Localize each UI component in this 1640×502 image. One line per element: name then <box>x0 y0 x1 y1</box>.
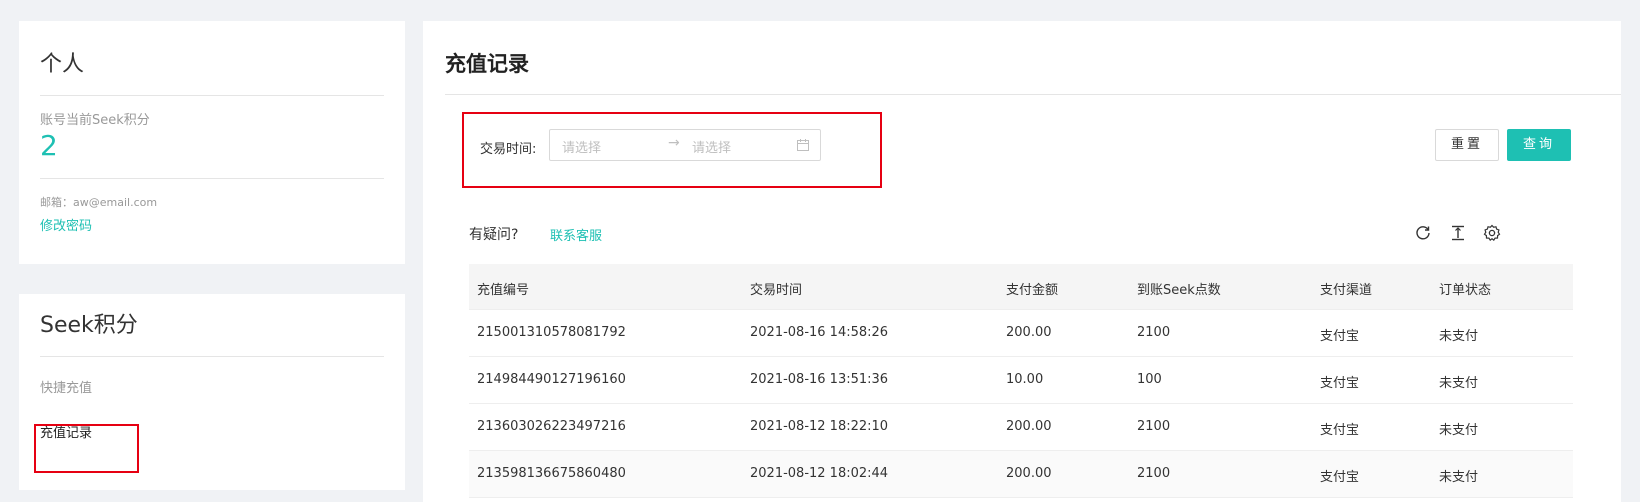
table-cell: 未支付 <box>1439 329 1479 344</box>
table-cell: 2021-08-16 14:58:26 <box>750 325 889 340</box>
table-cell: 2021-08-12 18:22:10 <box>750 419 889 434</box>
points-label: 账号当前Seek积分 <box>40 113 150 128</box>
email-value: aw@email.com <box>73 196 158 209</box>
column-header: 充值编号 <box>477 283 530 298</box>
menu-item-quick-recharge[interactable]: 快捷充值 <box>40 377 92 396</box>
email-label: 邮箱： <box>40 196 73 209</box>
records-table: 充值编号 交易时间 支付金额 到账Seek点数 支付渠道 订单状态 215001… <box>469 264 1573 498</box>
change-password-link[interactable]: 修改密码 <box>40 215 92 234</box>
annotation-box-menu <box>34 424 139 473</box>
table-cell: 2100 <box>1137 466 1171 481</box>
table-cell: 215001310578081792 <box>477 325 626 340</box>
divider <box>40 178 384 179</box>
table-cell: 2021-08-16 13:51:36 <box>750 372 889 387</box>
table-cell: 10.00 <box>1006 372 1044 387</box>
reset-button[interactable]: 重置 <box>1435 129 1499 161</box>
main-panel: 充值记录 交易时间: 请选择 → 请选择 重置 查询 有疑问? 联系客服 充值编… <box>423 21 1621 502</box>
table-cell: 214984490127196160 <box>477 372 626 387</box>
table-cell: 未支付 <box>1439 423 1479 438</box>
divider <box>40 356 384 357</box>
table-row[interactable]: 213603026223497216 2021-08-12 18:22:10 2… <box>469 404 1573 451</box>
table-cell: 未支付 <box>1439 470 1479 485</box>
table-cell: 100 <box>1137 372 1162 387</box>
table-cell: 200.00 <box>1006 419 1052 434</box>
table-cell: 213603026223497216 <box>477 419 626 434</box>
table-cell: 2100 <box>1137 419 1171 434</box>
reload-icon[interactable] <box>1414 224 1432 242</box>
table-row[interactable]: 214984490127196160 2021-08-16 13:51:36 1… <box>469 357 1573 404</box>
table-cell: 支付宝 <box>1320 376 1360 391</box>
column-header: 到账Seek点数 <box>1137 283 1221 298</box>
table-cell: 213598136675860480 <box>477 466 626 481</box>
column-header: 支付渠道 <box>1320 283 1373 298</box>
column-height-icon[interactable] <box>1449 224 1467 242</box>
table-cell: 支付宝 <box>1320 329 1360 344</box>
column-header: 订单状态 <box>1439 283 1492 298</box>
annotation-box-filter <box>462 112 882 188</box>
table-cell: 支付宝 <box>1320 423 1360 438</box>
seek-title: Seek积分 <box>40 313 138 338</box>
divider <box>40 95 384 96</box>
question-text: 有疑问? <box>469 227 519 243</box>
table-row[interactable]: 215001310578081792 2021-08-16 14:58:26 2… <box>469 310 1573 357</box>
table-cell: 2100 <box>1137 325 1171 340</box>
divider <box>445 94 1621 95</box>
table-cell: 未支付 <box>1439 376 1479 391</box>
points-value: 2 <box>40 129 58 162</box>
table-cell: 2021-08-12 18:02:44 <box>750 466 889 481</box>
query-button[interactable]: 查询 <box>1507 129 1571 161</box>
table-cell: 200.00 <box>1006 325 1052 340</box>
table-header: 充值编号 交易时间 支付金额 到账Seek点数 支付渠道 订单状态 <box>469 264 1573 310</box>
email-row: 邮箱：aw@email.com <box>40 194 157 210</box>
table-cell: 200.00 <box>1006 466 1052 481</box>
profile-card: 个人 账号当前Seek积分 2 邮箱：aw@email.com 修改密码 <box>19 21 405 264</box>
table-cell: 支付宝 <box>1320 470 1360 485</box>
column-header: 交易时间 <box>750 283 803 298</box>
column-header: 支付金额 <box>1006 283 1059 298</box>
table-row[interactable]: 213598136675860480 2021-08-12 18:02:44 2… <box>469 451 1573 498</box>
settings-icon[interactable] <box>1483 224 1501 242</box>
page-title: 充值记录 <box>445 52 529 76</box>
contact-support-link[interactable]: 联系客服 <box>550 225 602 244</box>
profile-title: 个人 <box>40 52 85 77</box>
